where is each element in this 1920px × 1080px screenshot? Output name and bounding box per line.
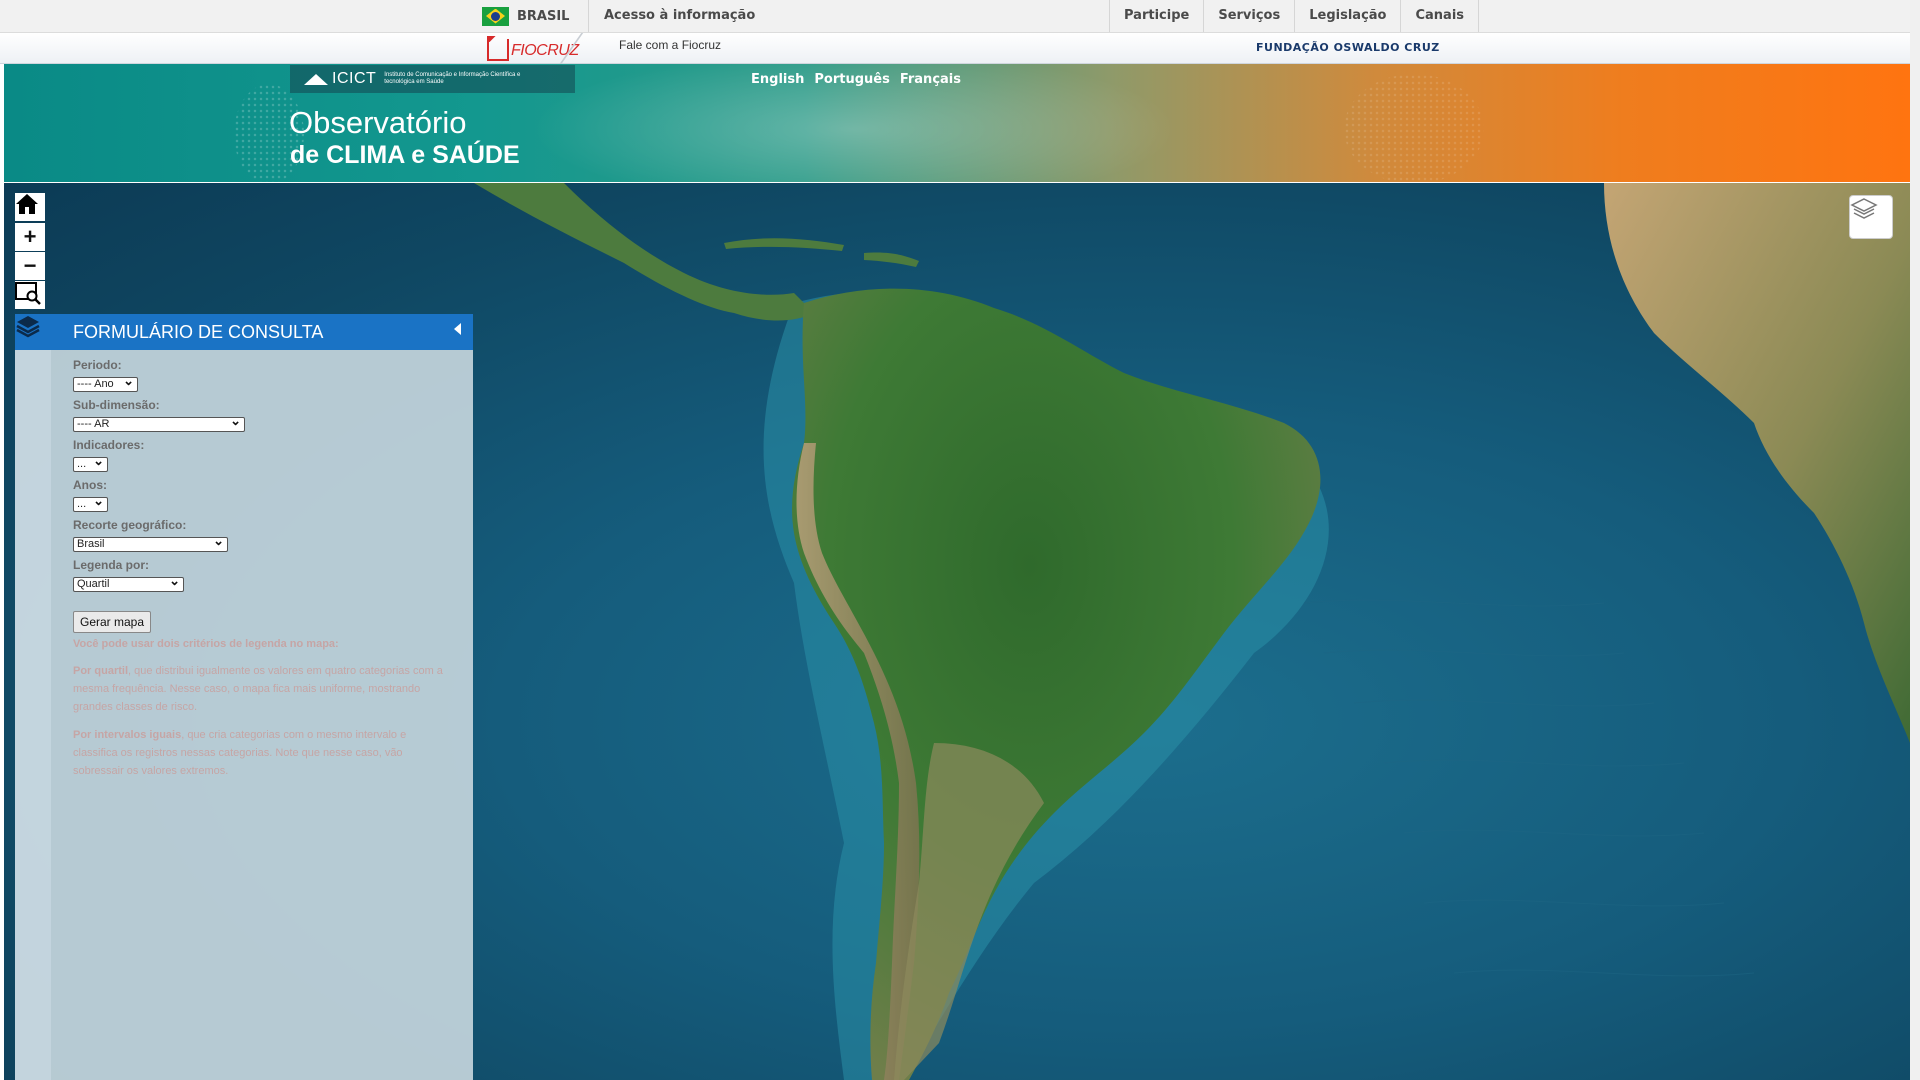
help-intervalos-term: Por intervalos iguais (73, 729, 182, 741)
brasil-label: BRASIL (517, 8, 570, 24)
query-form: Periodo: ---- Ano Sub-dimensão: ---- AR … (51, 350, 473, 780)
periodo-select[interactable]: ---- Ano (73, 374, 138, 392)
home-icon (16, 194, 38, 214)
help-quartil-term: Por quartil (73, 665, 129, 677)
zoom-in-button[interactable]: + (15, 223, 45, 251)
menu-participe[interactable]: Participe (1109, 0, 1203, 32)
site-header: ICICT Instituto de Comunicação e Informa… (4, 64, 1910, 182)
lang-francais[interactable]: Français (900, 72, 961, 87)
gerar-mapa-button[interactable]: Gerar mapa (73, 611, 152, 633)
panel-title: FORMULÁRIO DE CONSULTA (73, 322, 324, 342)
legend-help-intervalos: Por intervalos iguais, que cria categori… (73, 726, 443, 780)
layer-switcher-button[interactable] (1849, 195, 1893, 239)
zoom-out-icon: − (23, 253, 37, 278)
help-quartil-text: , que distribui igualmente os valores em… (73, 665, 443, 713)
menu-canais[interactable]: Canais (1400, 0, 1480, 32)
gov-top-bar: BRASIL Acesso à informação Participe Ser… (0, 0, 1920, 33)
gov-menu: Participe Serviços Legislação Canais (1109, 0, 1480, 32)
page-scrollbar[interactable] (1910, 0, 1920, 1080)
acesso-informacao-link[interactable]: Acesso à informação (604, 0, 755, 32)
icict-logo-icon (304, 73, 328, 85)
site-subtitle: de CLIMA e SAÚDE (290, 141, 520, 169)
legenda-label: Legenda por: (73, 558, 150, 572)
menu-legislacao[interactable]: Legislação (1294, 0, 1400, 32)
lang-portugues[interactable]: Português (814, 72, 889, 87)
panel-header: FORMULÁRIO DE CONSULTA (51, 314, 473, 350)
site-title: Observatório (289, 105, 467, 140)
menu-servicos[interactable]: Serviços (1203, 0, 1294, 32)
icict-fullname: Instituto de Comunicação e Informação Ci… (384, 72, 521, 85)
legend-help-quartil: Por quartil, que distribui igualmente os… (73, 662, 443, 716)
anos-select[interactable]: ... (73, 494, 108, 512)
subdimensao-label: Sub-dimensão: (73, 398, 160, 412)
zoom-out-button[interactable]: − (15, 252, 45, 280)
language-switcher: English Português Français (751, 72, 961, 87)
layers-icon (1850, 198, 1878, 219)
divider (588, 0, 589, 32)
fiocruz-bar: FIOCRUZ Fale com a Fiocruz FUNDAÇÃO OSWA… (0, 33, 1910, 65)
legenda-select[interactable]: Quartil (73, 574, 184, 592)
fale-com-fiocruz-link[interactable]: Fale com a Fiocruz (619, 38, 721, 52)
recorte-label: Recorte geográfico: (73, 518, 187, 532)
subdimensao-select[interactable]: ---- AR (73, 414, 245, 432)
lang-english[interactable]: English (751, 72, 804, 87)
recorte-select[interactable]: Brasil (73, 534, 228, 552)
brasil-link[interactable]: BRASIL (482, 0, 569, 32)
map-view[interactable]: + − FORMULÁRIO DE CONSULTA Periodo: ----… (4, 183, 1910, 1080)
zoom-box-icon (15, 282, 41, 305)
zoom-in-icon: + (23, 224, 37, 249)
fundacao-oswaldo-cruz-link[interactable]: FUNDAÇÃO OSWALDO CRUZ (1256, 41, 1440, 54)
icict-abbr: ICICT (332, 70, 377, 87)
panel-side-strip (15, 314, 51, 1080)
panel-layers-toggle[interactable] (15, 314, 51, 350)
brazil-flag-icon (482, 6, 509, 26)
legend-help-intro: Você pode usar dois critérios de legenda… (73, 638, 339, 650)
home-button[interactable] (15, 193, 45, 221)
zoom-box-button[interactable] (15, 281, 45, 309)
query-form-panel: FORMULÁRIO DE CONSULTA Periodo: ---- Ano… (51, 314, 473, 1080)
fiocruz-castle-icon (487, 36, 509, 61)
indicadores-label: Indicadores: (73, 438, 145, 452)
periodo-label: Periodo: (73, 358, 122, 372)
layers-icon (16, 316, 40, 338)
header-decoration (1344, 74, 1484, 182)
indicadores-select[interactable]: ... (73, 454, 108, 472)
collapse-arrow-icon[interactable] (454, 323, 461, 335)
anos-label: Anos: (73, 478, 107, 492)
icict-logo[interactable]: ICICT Instituto de Comunicação e Informa… (290, 65, 575, 93)
